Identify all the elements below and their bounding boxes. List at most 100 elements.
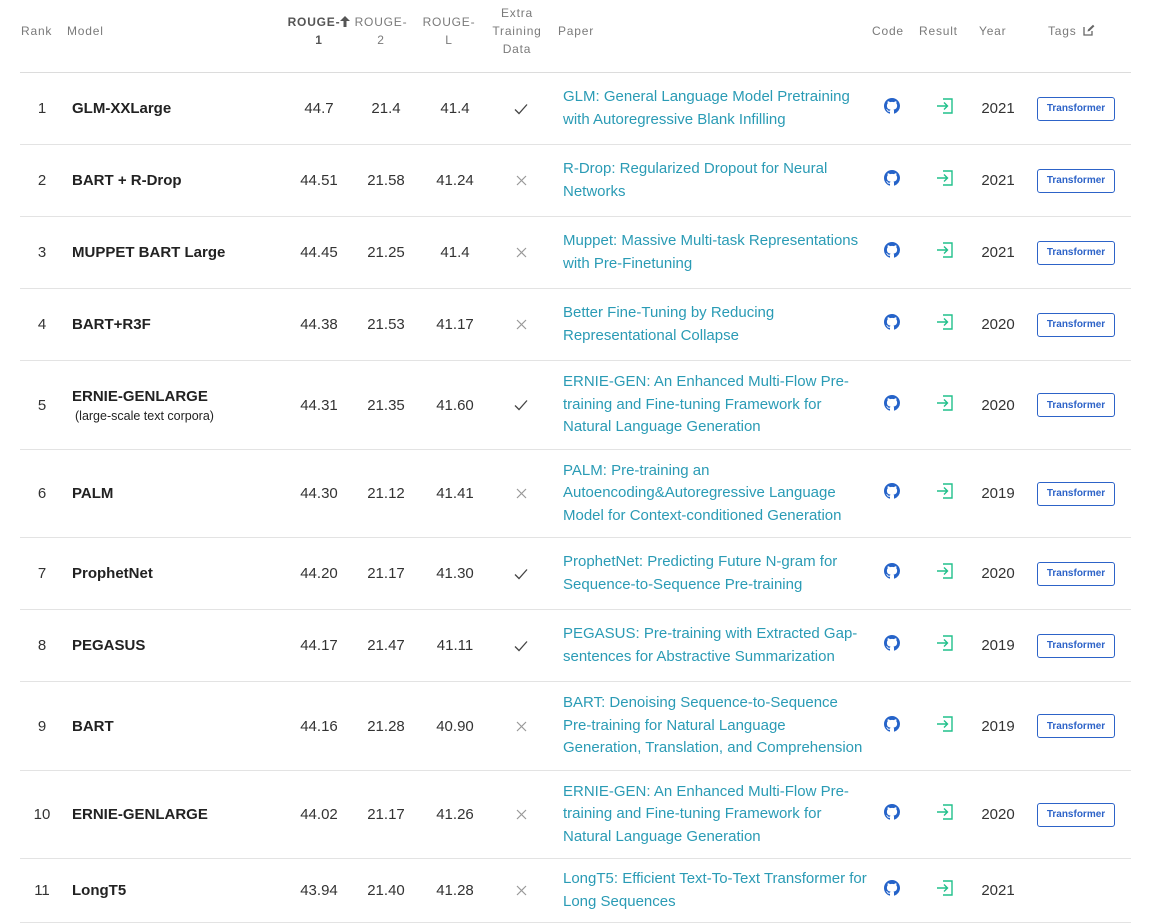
paper-cell: ProphetNet: Predicting Future N-gram for… — [563, 538, 868, 609]
github-icon[interactable] — [884, 563, 900, 584]
table-row[interactable]: 7 ProphetNet 44.20 21.17 41.30 ProphetNet: Pr… — [20, 538, 1131, 610]
model-name[interactable]: LongT5 — [72, 882, 126, 899]
model-name[interactable]: ERNIE-GENLARGE — [72, 806, 208, 823]
github-icon[interactable] — [884, 98, 900, 119]
tags-cell: Transformer — [1035, 289, 1117, 360]
rouge-1-value: 44.45 — [300, 244, 338, 261]
header-rank[interactable]: Rank — [21, 22, 52, 40]
tag-badge[interactable]: Transformer — [1037, 561, 1115, 586]
table-row[interactable]: 5 ERNIE-GENLARGE (large-scale text corpora… — [20, 361, 1131, 450]
model-name[interactable]: PEGASUS — [72, 637, 145, 654]
extra-data-cell — [490, 450, 552, 537]
result-enter-icon[interactable] — [936, 394, 954, 416]
result-cell — [925, 361, 965, 449]
tags-cell: Transformer — [1035, 682, 1117, 770]
paper-cell: LongT5: Efficient Text-To-Text Transform… — [563, 859, 868, 922]
check-icon — [514, 640, 528, 652]
rouge-l-value: 41.24 — [436, 172, 474, 189]
result-enter-icon[interactable] — [936, 635, 954, 656]
github-icon[interactable] — [884, 314, 900, 335]
header-year[interactable]: Year — [979, 22, 1006, 40]
rouge-1-value: 44.38 — [300, 316, 338, 333]
model-name[interactable]: BART+R3F — [72, 316, 151, 333]
tag-badge[interactable]: Transformer — [1037, 393, 1115, 417]
rouge-l-value: 41.28 — [436, 882, 474, 899]
paper-link[interactable]: BART: Denoising Sequence-to-Sequence Pre… — [563, 692, 868, 760]
rank-cell: 4 — [37, 316, 47, 333]
year-cell: 2019 — [981, 717, 1015, 735]
result-enter-icon[interactable] — [936, 804, 954, 825]
model-name[interactable]: BART + R-Drop — [72, 172, 182, 189]
paper-cell: GLM: General Language Model Pretraining … — [563, 73, 868, 144]
header-rouge-l[interactable]: ROUGE- L — [420, 13, 478, 49]
header-rouge-2[interactable]: ROUGE- 2 — [352, 13, 410, 49]
model-name[interactable]: MUPPET BART Large — [72, 244, 225, 261]
paper-link[interactable]: R-Drop: Regularized Dropout for Neural N… — [563, 158, 868, 203]
result-enter-icon[interactable] — [936, 483, 954, 504]
github-icon[interactable] — [884, 242, 900, 263]
model-subtitle: (large-scale text corpora) — [75, 408, 214, 423]
extra-data-cell — [490, 145, 552, 216]
result-enter-icon[interactable] — [936, 170, 954, 191]
table-row[interactable]: 10 ERNIE-GENLARGE 44.02 21.17 41.26 ERNIE-GEN… — [20, 771, 1131, 859]
paper-link[interactable]: Muppet: Massive Multi-task Representatio… — [563, 230, 868, 275]
model-name[interactable]: GLM-XXLarge — [72, 100, 171, 117]
rouge-1-value: 44.7 — [304, 100, 334, 117]
result-enter-icon[interactable] — [936, 98, 954, 119]
table-row[interactable]: 2 BART + R-Drop 44.51 21.58 41.24 R-Drop: Reg… — [20, 145, 1131, 217]
table-row[interactable]: 3 MUPPET BART Large 44.45 21.25 41.4 Muppet: … — [20, 217, 1131, 289]
github-icon[interactable] — [884, 635, 900, 656]
paper-link[interactable]: ProphetNet: Predicting Future N-gram for… — [563, 551, 868, 596]
edit-icon[interactable] — [1083, 24, 1095, 36]
model-name[interactable]: ERNIE-GENLARGE — [72, 388, 208, 405]
rouge-l-value: 40.90 — [436, 717, 474, 735]
header-extra-training-data[interactable]: Extra Training Data — [486, 4, 548, 58]
result-enter-icon[interactable] — [936, 715, 954, 737]
paper-cell: PALM: Pre-training an Autoencoding&Autor… — [563, 450, 868, 537]
rank-cell: 6 — [37, 485, 47, 502]
model-name[interactable]: BART — [72, 718, 114, 735]
paper-link[interactable]: PALM: Pre-training an Autoencoding&Autor… — [563, 460, 868, 528]
tag-badge[interactable]: Transformer — [1037, 96, 1115, 121]
header-rouge-1[interactable]: ROUGE- 1 — [286, 13, 352, 49]
rouge-1-value: 44.16 — [300, 717, 338, 735]
tag-badge[interactable]: Transformer — [1037, 481, 1115, 506]
table-row[interactable]: 1 GLM-XXLarge 44.7 21.4 41.4 GLM: General Lan… — [20, 73, 1131, 145]
paper-link[interactable]: PEGASUS: Pre-training with Extracted Gap… — [563, 623, 868, 668]
table-row[interactable]: 11 LongT5 43.94 21.40 41.28 LongT5: Efficient… — [20, 859, 1131, 923]
tag-badge[interactable]: Transformer — [1037, 802, 1115, 827]
result-enter-icon[interactable] — [936, 242, 954, 263]
cross-icon — [516, 721, 527, 732]
github-icon[interactable] — [884, 170, 900, 191]
paper-cell: ERNIE-GEN: An Enhanced Multi-Flow Pre-tr… — [563, 771, 868, 858]
github-icon[interactable] — [884, 880, 900, 901]
result-enter-icon[interactable] — [936, 880, 954, 901]
paper-link[interactable]: GLM: General Language Model Pretraining … — [563, 86, 868, 131]
tag-badge[interactable]: Transformer — [1037, 168, 1115, 193]
paper-link[interactable]: ERNIE-GEN: An Enhanced Multi-Flow Pre-tr… — [563, 371, 868, 439]
result-enter-icon[interactable] — [936, 563, 954, 584]
header-model[interactable]: Model — [67, 22, 104, 40]
tag-badge[interactable]: Transformer — [1037, 240, 1115, 265]
model-name[interactable]: PALM — [72, 485, 113, 502]
github-icon[interactable] — [884, 804, 900, 825]
paper-link[interactable]: LongT5: Efficient Text-To-Text Transform… — [563, 868, 868, 913]
paper-link[interactable]: Better Fine-Tuning by Reducing Represent… — [563, 302, 868, 347]
rouge-l-value: 41.4 — [440, 244, 470, 261]
year-cell: 2020 — [981, 396, 1015, 414]
tag-badge[interactable]: Transformer — [1037, 714, 1115, 738]
github-icon[interactable] — [884, 483, 900, 504]
github-icon[interactable] — [884, 715, 900, 737]
github-icon[interactable] — [884, 394, 900, 416]
model-name[interactable]: ProphetNet — [72, 565, 153, 582]
cross-icon — [516, 809, 527, 820]
tag-badge[interactable]: Transformer — [1037, 633, 1115, 658]
table-row[interactable]: 4 BART+R3F 44.38 21.53 41.17 Better Fine-Tuni… — [20, 289, 1131, 361]
model-cell: ERNIE-GENLARGE — [72, 771, 292, 858]
result-enter-icon[interactable] — [936, 314, 954, 335]
paper-link[interactable]: ERNIE-GEN: An Enhanced Multi-Flow Pre-tr… — [563, 781, 868, 849]
tag-badge[interactable]: Transformer — [1037, 312, 1115, 337]
table-row[interactable]: 8 PEGASUS 44.17 21.47 41.11 PEGASUS: Pre-trai… — [20, 610, 1131, 682]
table-row[interactable]: 6 PALM 44.30 21.12 41.41 PALM: Pre-training a… — [20, 450, 1131, 538]
table-row[interactable]: 9 BART 44.16 21.28 40.90 BART: Denoising Sequ… — [20, 682, 1131, 771]
